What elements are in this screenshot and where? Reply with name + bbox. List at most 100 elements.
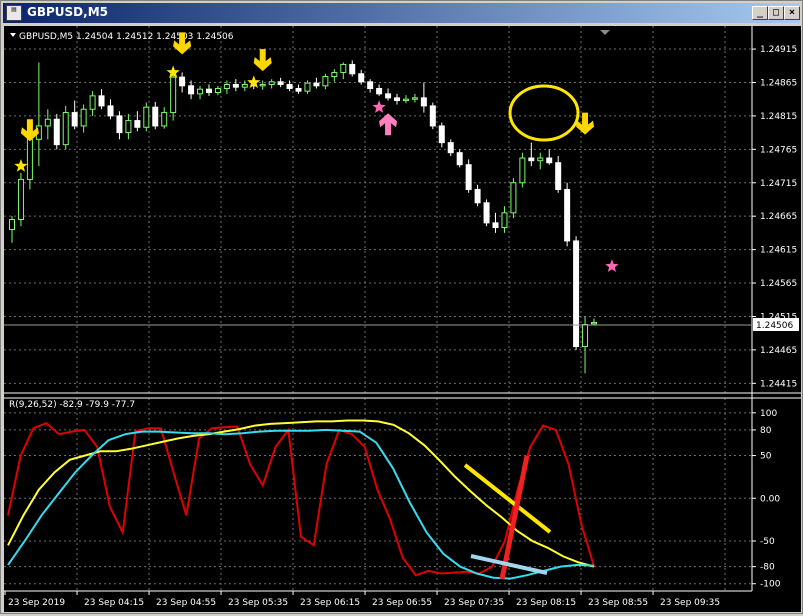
indicator-label: 100 bbox=[760, 409, 777, 419]
down-arrow-icon bbox=[253, 49, 272, 72]
current-price-label: 1.24506 bbox=[756, 321, 793, 331]
candle-body bbox=[26, 138, 33, 180]
candle-body bbox=[197, 88, 204, 95]
candle-body bbox=[546, 157, 553, 164]
signal-star-icon bbox=[14, 159, 28, 172]
candle-body bbox=[134, 120, 141, 128]
indicator-label: 50 bbox=[760, 452, 772, 462]
signal-star-icon bbox=[605, 259, 619, 272]
price-label: 1.24665 bbox=[760, 212, 797, 222]
candle-body bbox=[367, 81, 374, 89]
candle-body bbox=[591, 321, 597, 325]
indicator-label: 0.00 bbox=[760, 494, 780, 504]
chart-window: ▤ GBPUSD,M5 _ □ × GBPUSD,M5 1.24504 1.24… bbox=[0, 0, 803, 614]
candle-body bbox=[98, 95, 105, 107]
candle-body bbox=[528, 157, 535, 162]
candle-body bbox=[555, 162, 562, 190]
candle-body bbox=[331, 71, 338, 77]
candle-body bbox=[573, 240, 580, 348]
price-label: 1.24565 bbox=[760, 279, 797, 289]
candle-body bbox=[71, 112, 78, 127]
candle-body bbox=[402, 98, 409, 102]
highlight-circle bbox=[508, 84, 580, 142]
candle-body bbox=[322, 75, 329, 87]
candle-body bbox=[44, 118, 51, 127]
indicator-line-yellow bbox=[7, 419, 595, 568]
shift-marker-icon[interactable] bbox=[600, 30, 610, 35]
indicator-header: R(9,26,52) -82.9 -79.9 -77.7 bbox=[9, 400, 135, 410]
time-label: 23 Sep 07:35 bbox=[444, 598, 504, 608]
candle-body bbox=[161, 112, 168, 127]
indicator-axis-labels: 100 80 50 0.00 -50 -80 -100 bbox=[752, 409, 781, 590]
candles bbox=[9, 60, 597, 374]
up-arrow-icon bbox=[379, 113, 398, 136]
candle-body bbox=[277, 81, 284, 85]
time-label: 23 Sep 08:55 bbox=[588, 598, 648, 608]
candle-body bbox=[483, 202, 490, 224]
candle-body bbox=[286, 83, 293, 89]
chart-menu-triangle-icon[interactable] bbox=[10, 33, 16, 37]
candle-body bbox=[465, 164, 472, 190]
price-label: 1.24715 bbox=[760, 179, 797, 189]
candle-body bbox=[394, 97, 401, 102]
time-label: 23 Sep 06:55 bbox=[372, 598, 432, 608]
candle-body bbox=[80, 108, 87, 127]
maximize-button[interactable]: □ bbox=[768, 6, 784, 20]
candle-body bbox=[429, 105, 436, 127]
price-label: 1.24765 bbox=[760, 145, 797, 155]
candle-body bbox=[564, 188, 571, 242]
candle-body bbox=[295, 87, 302, 92]
chart-window-icon: ▤ bbox=[6, 5, 22, 21]
candle-body bbox=[116, 115, 123, 134]
candle-body bbox=[107, 105, 114, 117]
time-label: 23 Sep 08:15 bbox=[516, 598, 576, 608]
candle-body bbox=[223, 83, 230, 89]
candle-body bbox=[474, 188, 481, 204]
candle-body bbox=[268, 81, 275, 85]
time-label: 23 Sep 05:35 bbox=[228, 598, 288, 608]
candle-body bbox=[313, 82, 320, 87]
candle-body bbox=[9, 219, 15, 231]
candle-body bbox=[447, 142, 454, 154]
chart-header: GBPUSD,M5 1.24504 1.24512 1.24503 1.2450… bbox=[19, 32, 234, 42]
chart-area[interactable]: GBPUSD,M5 1.24504 1.24512 1.24503 1.2450… bbox=[4, 26, 801, 612]
time-label: 23 Sep 04:55 bbox=[156, 598, 216, 608]
title-bar[interactable]: ▤ GBPUSD,M5 _ □ × bbox=[3, 3, 800, 23]
window-title: GBPUSD,M5 bbox=[27, 5, 108, 19]
candle-body bbox=[420, 97, 427, 107]
time-label: 23 Sep 09:35 bbox=[660, 598, 720, 608]
candle-body bbox=[411, 97, 418, 100]
candle-body bbox=[214, 87, 221, 94]
candle-body bbox=[358, 73, 365, 83]
red-trend-annotation bbox=[499, 455, 530, 580]
candle-body bbox=[152, 106, 159, 127]
signals bbox=[14, 32, 619, 272]
candle-body bbox=[188, 85, 195, 95]
candle-body bbox=[501, 212, 508, 229]
price-label: 1.24465 bbox=[760, 346, 797, 356]
indicator-grid bbox=[4, 398, 752, 591]
candle-body bbox=[438, 125, 445, 144]
price-axis-labels: 1.24915 1.24865 1.24815 1.24765 1.24715 1.246… bbox=[752, 45, 797, 389]
close-button[interactable]: × bbox=[784, 6, 800, 20]
candle-body bbox=[205, 88, 212, 94]
price-label: 1.24815 bbox=[760, 112, 797, 122]
time-label: 23 Sep 04:15 bbox=[84, 598, 144, 608]
candle-body bbox=[125, 120, 132, 134]
main-grid bbox=[4, 26, 752, 393]
candle-body bbox=[89, 95, 96, 110]
candle-body bbox=[304, 82, 311, 92]
candle-body bbox=[340, 63, 347, 73]
candle-body bbox=[143, 106, 150, 128]
candle-body bbox=[376, 87, 383, 95]
candle-body bbox=[456, 152, 463, 166]
candle-body bbox=[537, 157, 544, 162]
price-label: 1.24415 bbox=[760, 379, 797, 389]
minimize-button[interactable]: _ bbox=[752, 6, 768, 20]
candle-body bbox=[241, 83, 248, 88]
indicator-label: -80 bbox=[760, 563, 775, 573]
time-label: 23 Sep 06:15 bbox=[300, 598, 360, 608]
indicator-label: 80 bbox=[760, 426, 772, 436]
price-chart-svg[interactable]: GBPUSD,M5 1.24504 1.24512 1.24503 1.2450… bbox=[4, 26, 801, 612]
candle-body bbox=[17, 178, 24, 221]
